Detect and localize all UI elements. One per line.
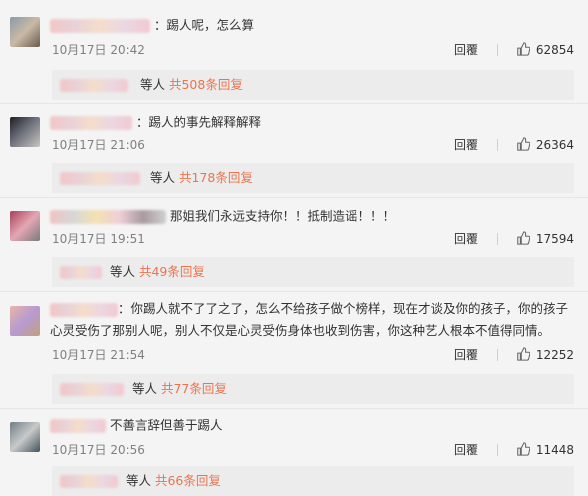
replies-summary[interactable]: 等人 共66条回复 <box>52 466 574 496</box>
comment-meta: 10月17日 21:54 回覆 12252 <box>52 346 574 364</box>
reply-button[interactable]: 回覆 <box>454 41 478 59</box>
reply-button[interactable]: 回覆 <box>454 230 478 248</box>
like-count: 62854 <box>535 43 574 57</box>
divider <box>0 197 588 198</box>
replies-count-link[interactable]: 共178条回复 <box>179 170 253 185</box>
divider <box>0 408 588 409</box>
comment-text: 不善言辞但善于踢人 <box>109 417 223 433</box>
replies-count-link[interactable]: 共66条回复 <box>155 473 221 488</box>
like-count: 12252 <box>535 348 574 362</box>
comment-meta: 10月17日 19:51 回覆 17594 <box>52 230 574 248</box>
blurred-username[interactable] <box>50 418 106 433</box>
comment-text: ：踢人呢，怎么算 <box>153 17 254 33</box>
comment-text: ：你踢人就不了了之了，怎么不给孩子做个榜样，现在才谈及你的孩子，你的孩子心灵受伤… <box>50 301 569 338</box>
comment-text-block: ：你踢人就不了了之了，怎么不给孩子做个榜样，现在才谈及你的孩子，你的孩子心灵受伤… <box>50 298 576 342</box>
like-button[interactable]: 11448 <box>516 441 574 459</box>
blurred-username[interactable] <box>50 115 132 130</box>
reply-button[interactable]: 回覆 <box>454 441 478 459</box>
comment-text: 那姐我们永远支持你！！抵制造谣！！！ <box>169 208 395 224</box>
avatar[interactable] <box>10 422 40 452</box>
blurred-username[interactable] <box>50 18 150 33</box>
avatar[interactable] <box>10 211 40 241</box>
like-button[interactable]: 62854 <box>516 41 574 59</box>
replies-summary[interactable]: 等人 共178条回复 <box>52 163 574 193</box>
divider <box>497 349 498 361</box>
replies-summary[interactable]: 等人 共77条回复 <box>52 374 574 404</box>
comment-time: 10月17日 21:54 <box>52 348 145 362</box>
comment-meta: 10月17日 20:42 回覆 62854 <box>52 41 574 59</box>
like-button[interactable]: 26364 <box>516 136 574 154</box>
like-count: 17594 <box>535 232 574 246</box>
comment-time: 10月17日 19:51 <box>52 232 145 246</box>
avatar[interactable] <box>10 306 40 336</box>
comment-time: 10月17日 21:06 <box>52 138 145 152</box>
divider <box>497 44 498 56</box>
replies-prefix: 等人 <box>139 77 165 92</box>
comment-text-line: ：踢人呢，怎么算 <box>50 14 574 37</box>
avatar[interactable] <box>10 17 40 47</box>
replies-summary[interactable]: 等人 共508条回复 <box>52 70 574 100</box>
comment-text-line: 不善言辞但善于踢人 <box>50 414 574 437</box>
divider <box>0 103 588 104</box>
blurred-reply-users <box>60 172 140 185</box>
blurred-reply-users <box>60 266 102 279</box>
replies-count-link[interactable]: 共49条回复 <box>139 264 205 279</box>
comment-text: ：踢人的事先解释解释 <box>135 114 261 130</box>
replies-count-link[interactable]: 共508条回复 <box>169 77 243 92</box>
replies-prefix: 等人 <box>125 473 151 488</box>
replies-summary[interactable]: 等人 共49条回复 <box>52 257 574 287</box>
like-button[interactable]: 12252 <box>516 346 574 364</box>
comment-time: 10月17日 20:56 <box>52 443 145 457</box>
like-count: 26364 <box>535 138 574 152</box>
blurred-username[interactable] <box>50 209 166 224</box>
like-button[interactable]: 17594 <box>516 230 574 248</box>
divider <box>497 139 498 151</box>
comment-meta: 10月17日 21:06 回覆 26364 <box>52 136 574 154</box>
comment-meta: 10月17日 20:56 回覆 11448 <box>52 441 574 459</box>
thumbs-up-icon <box>517 347 530 361</box>
avatar[interactable] <box>10 117 40 147</box>
divider <box>0 291 588 292</box>
comment-time: 10月17日 20:42 <box>52 43 145 57</box>
thumbs-up-icon <box>517 231 530 245</box>
blurred-reply-users <box>60 383 124 396</box>
thumbs-up-icon <box>517 42 530 56</box>
blurred-reply-users <box>60 79 128 92</box>
reply-button[interactable]: 回覆 <box>454 346 478 364</box>
replies-prefix: 等人 <box>149 170 175 185</box>
comment-text-line: ：踢人的事先解释解释 <box>50 111 574 134</box>
reply-button[interactable]: 回覆 <box>454 136 478 154</box>
blurred-reply-users <box>60 475 118 488</box>
replies-prefix: 等人 <box>109 264 135 279</box>
thumbs-up-icon <box>517 137 530 151</box>
thumbs-up-icon <box>517 442 530 456</box>
replies-count-link[interactable]: 共77条回复 <box>161 381 227 396</box>
replies-prefix: 等人 <box>131 381 157 396</box>
divider <box>497 444 498 456</box>
blurred-username[interactable] <box>50 302 118 317</box>
like-count: 11448 <box>535 443 574 457</box>
comment-text-line: 那姐我们永远支持你！！抵制造谣！！！ <box>50 205 574 228</box>
divider <box>497 233 498 245</box>
